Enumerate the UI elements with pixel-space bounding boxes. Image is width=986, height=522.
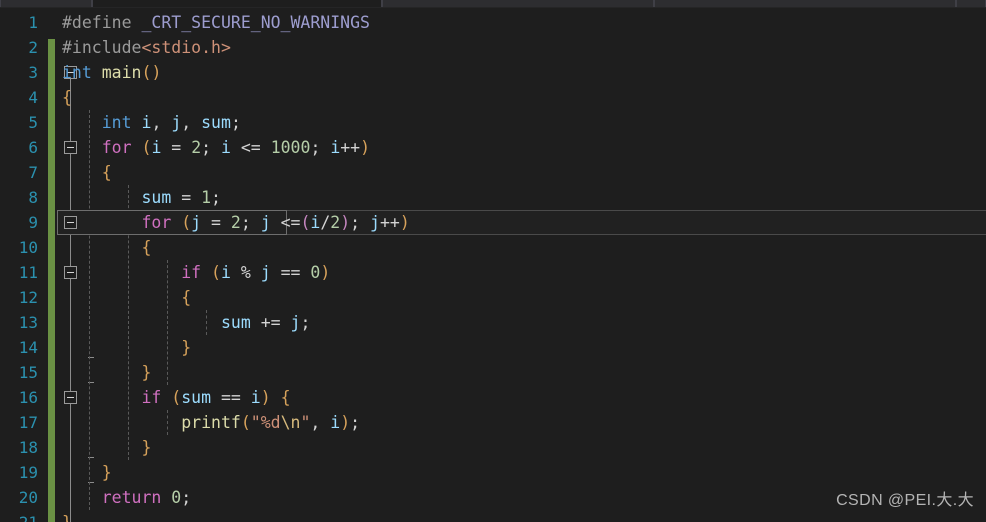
editor-tab-2[interactable] xyxy=(382,0,654,7)
editor-line[interactable]: 11 if (i % j == 0) xyxy=(0,260,986,285)
editor-line[interactable]: 19 } xyxy=(0,460,986,485)
editor-line[interactable]: 18 } xyxy=(0,435,986,460)
line-number: 9 xyxy=(28,213,38,232)
line-number: 19 xyxy=(18,463,38,482)
editor-line[interactable]: 12 { xyxy=(0,285,986,310)
editor-line[interactable]: 14 } xyxy=(0,335,986,360)
editor-line[interactable]: 21} xyxy=(0,510,986,522)
line-number: 3 xyxy=(28,63,38,82)
line-number: 13 xyxy=(18,313,38,332)
line-content[interactable]: #define _CRT_SECURE_NO_WARNINGS xyxy=(62,10,370,35)
line-content[interactable]: sum += j; xyxy=(62,310,310,335)
line-number: 17 xyxy=(18,413,38,432)
line-content[interactable]: int main() xyxy=(62,60,161,85)
line-content[interactable]: #include<stdio.h> xyxy=(62,35,231,60)
line-content[interactable]: int i, j, sum; xyxy=(62,110,241,135)
editor-line[interactable]: 8 sum = 1; xyxy=(0,185,986,210)
line-content[interactable]: } xyxy=(62,435,151,460)
line-number: 16 xyxy=(18,388,38,407)
editor-line[interactable]: 1 #define _CRT_SECURE_NO_WARNINGS xyxy=(0,10,986,35)
line-content[interactable]: for (j = 2; j <=(i/2); j++) xyxy=(62,210,409,235)
line-content[interactable]: printf("%d\n", i); xyxy=(62,410,360,435)
line-number: 21 xyxy=(0,510,38,522)
editor-line[interactable]: 10 { xyxy=(0,235,986,260)
line-number: 10 xyxy=(18,238,38,257)
editor-line[interactable]: 13 sum += j; xyxy=(0,310,986,335)
csdn-watermark: CSDN @PEI.大.大 xyxy=(836,492,974,509)
line-number: 20 xyxy=(18,488,38,507)
editor-tab-4[interactable] xyxy=(956,0,986,7)
line-content[interactable]: return 0; xyxy=(62,485,191,510)
editor-tab-1[interactable] xyxy=(92,0,382,7)
editor-line[interactable]: 6 for (i = 2; i <= 1000; i++) xyxy=(0,135,986,160)
editor-line[interactable]: 2 #include<stdio.h> xyxy=(0,35,986,60)
line-number: 8 xyxy=(28,188,38,207)
line-number: 7 xyxy=(28,163,38,182)
line-content[interactable]: } xyxy=(62,360,151,385)
line-number: 5 xyxy=(28,113,38,132)
editor-tab-strip[interactable] xyxy=(0,0,986,8)
editor-line[interactable]: 5 int i, j, sum; xyxy=(0,110,986,135)
line-content[interactable]: { xyxy=(62,235,151,260)
line-number: 15 xyxy=(18,363,38,382)
editor-line[interactable]: 15 } xyxy=(0,360,986,385)
line-number: 18 xyxy=(18,438,38,457)
line-content[interactable]: { xyxy=(62,160,112,185)
line-content[interactable]: { xyxy=(62,285,191,310)
line-number: 11 xyxy=(18,263,38,282)
editor-tab-0[interactable] xyxy=(0,0,92,7)
editor-line[interactable]: 7 { xyxy=(0,160,986,185)
code-editor-window: 1 #define _CRT_SECURE_NO_WARNINGS 2 #includ… xyxy=(0,0,986,522)
line-content[interactable]: } xyxy=(62,335,191,360)
line-content[interactable]: } xyxy=(62,510,72,522)
line-number: 6 xyxy=(28,138,38,157)
line-number: 4 xyxy=(28,88,38,107)
line-content[interactable]: { xyxy=(62,85,72,110)
editor-line[interactable]: 17 printf("%d\n", i); xyxy=(0,410,986,435)
editor-line[interactable]: 16 if (sum == i) { xyxy=(0,385,986,410)
line-content[interactable]: if (sum == i) { xyxy=(62,385,290,410)
line-content[interactable]: if (i % j == 0) xyxy=(62,260,330,285)
editor-line[interactable]: 3 int main() xyxy=(0,60,986,85)
line-content[interactable]: } xyxy=(62,460,112,485)
line-number: 12 xyxy=(18,288,38,307)
line-number: 1 xyxy=(28,13,38,32)
line-number: 14 xyxy=(18,338,38,357)
line-content[interactable]: for (i = 2; i <= 1000; i++) xyxy=(62,135,370,160)
line-content[interactable]: sum = 1; xyxy=(62,185,221,210)
editor-tab-3[interactable] xyxy=(654,0,956,7)
editor-line[interactable]: 9 for (j = 2; j <=(i/2); j++) xyxy=(0,210,986,235)
line-number: 2 xyxy=(28,38,38,57)
editor-line[interactable]: 4{ xyxy=(0,85,986,110)
editor-text-area[interactable]: 1 #define _CRT_SECURE_NO_WARNINGS 2 #includ… xyxy=(0,8,986,522)
